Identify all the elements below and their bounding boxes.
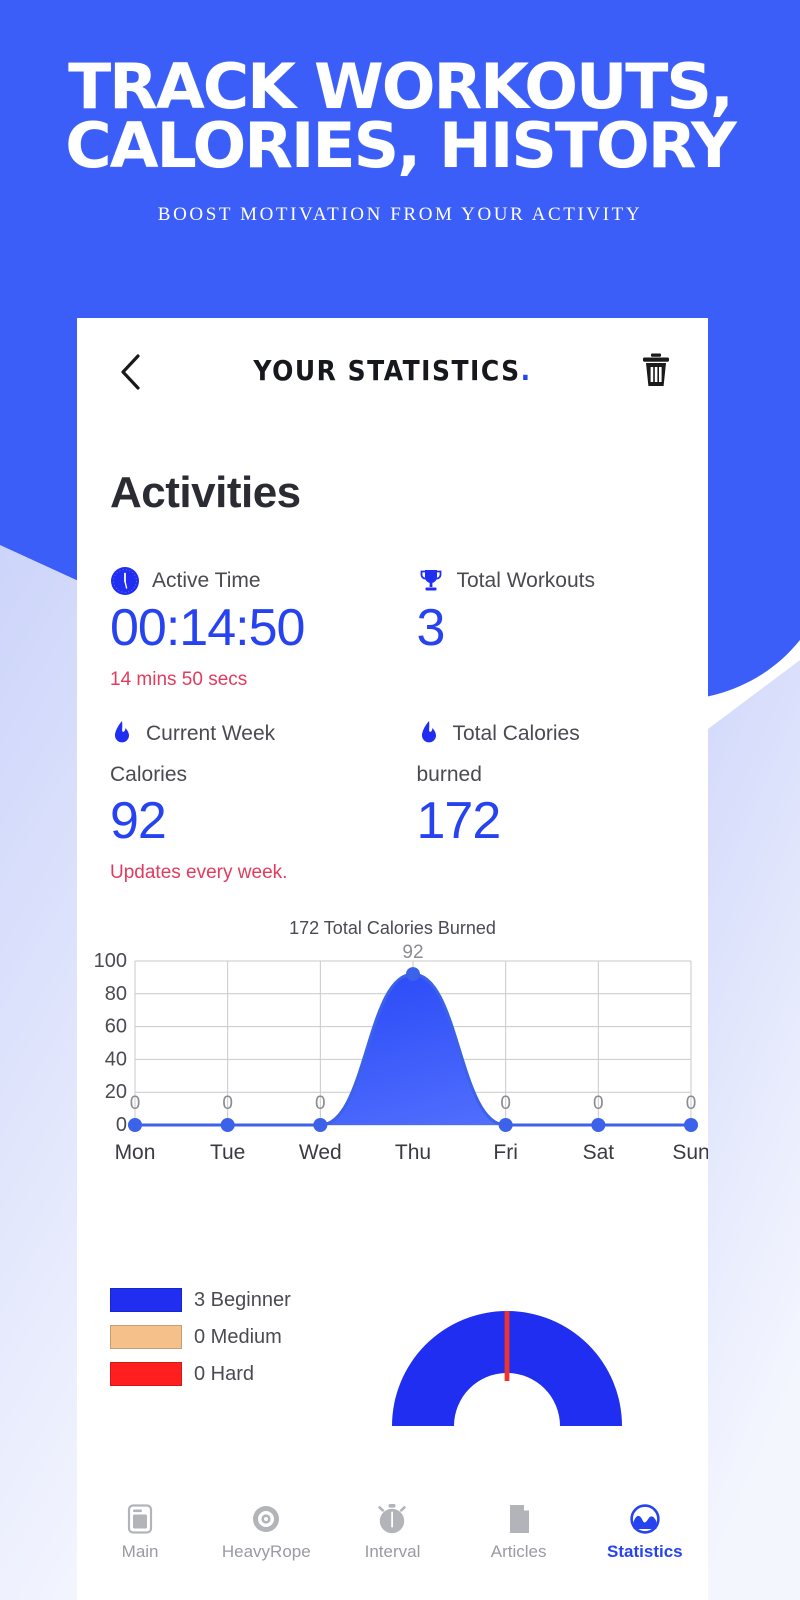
chart-xtick-label: Wed bbox=[299, 1141, 342, 1164]
legend-label: 0 Hard bbox=[194, 1362, 255, 1385]
stat-total-calories-value: 172 bbox=[416, 792, 502, 851]
phone-card-icon bbox=[127, 1504, 153, 1534]
page-title-text: YOUR STATISTICS bbox=[253, 354, 521, 387]
stat-total-calories-label2: burned bbox=[416, 763, 482, 787]
clock-icon bbox=[111, 567, 139, 595]
chart-ytick-label: 60 bbox=[105, 1016, 127, 1038]
bottom-navigation: Main HeavyRope Interval Articles Statistics bbox=[77, 1495, 708, 1600]
stat-active-time-head: Active Time bbox=[110, 566, 393, 596]
stats-row-2: Current Week Calories 92 Total Calories … bbox=[77, 719, 708, 850]
stat-current-week-label: Current Week bbox=[146, 722, 276, 746]
nav-item-label: Interval bbox=[364, 1542, 421, 1561]
chart-data-point[interactable] bbox=[220, 1118, 235, 1133]
page-title: YOUR STATISTICS. bbox=[77, 354, 708, 386]
legend-label: 3 Beginner bbox=[194, 1288, 291, 1311]
stat-current-week-head: Current Week bbox=[110, 719, 393, 749]
stat-total-calories-label: Total Calories bbox=[452, 722, 580, 746]
stat-active-time-note: 14 mins 50 secs bbox=[110, 669, 248, 691]
chart-xtick-label: Sun bbox=[672, 1141, 708, 1164]
trophy-icon bbox=[420, 570, 441, 591]
chart-xtick-label: Mon bbox=[115, 1141, 156, 1164]
flame-icon bbox=[115, 721, 129, 743]
legend-label: 0 Medium bbox=[194, 1325, 282, 1348]
stat-active-time: Active Time 00:14:50 bbox=[77, 566, 393, 657]
chart-point-label: 92 bbox=[402, 942, 423, 963]
wave-circle-icon bbox=[630, 1504, 660, 1534]
stat-current-week-label2: Calories bbox=[110, 763, 188, 787]
stat-active-time-label: Active Time bbox=[152, 569, 261, 592]
chart-data-point[interactable] bbox=[128, 1118, 142, 1133]
flame-icon bbox=[421, 721, 436, 743]
stats-grid: Active Time 00:14:50 Total Workouts 3 14… bbox=[77, 566, 708, 884]
stat-total-calories: Total Calories burned 172 bbox=[393, 719, 709, 850]
nav-item-label: HeavyRope bbox=[221, 1542, 311, 1561]
delete-button[interactable] bbox=[634, 346, 678, 394]
calories-line-chart-svg: 0204060801000Mon0Tue0Wed92Thu0Fri0Sat0Su… bbox=[94, 942, 708, 1164]
nav-item-heavyrope[interactable]: HeavyRope bbox=[203, 1503, 329, 1562]
legend-item[interactable]: 0 Hard bbox=[110, 1360, 291, 1388]
chart-data-point[interactable] bbox=[406, 967, 420, 982]
nav-item-statistics[interactable]: Statistics bbox=[582, 1503, 708, 1562]
legend-item[interactable]: 3 Beginner bbox=[110, 1286, 291, 1314]
nav-item-label: Statistics bbox=[607, 1542, 683, 1561]
chart-point-label: 0 bbox=[315, 1093, 326, 1114]
chart-xtick-label: Thu bbox=[395, 1141, 431, 1164]
chart-point-label: 0 bbox=[500, 1093, 511, 1114]
section-title: Activities bbox=[110, 468, 301, 517]
app-screen-card: YOUR STATISTICS. Activities Active Time … bbox=[77, 318, 708, 1560]
stat-current-week-value: 92 bbox=[110, 792, 167, 851]
stats-row-1: Active Time 00:14:50 Total Workouts 3 bbox=[77, 566, 708, 657]
chart-ytick-label: 100 bbox=[94, 950, 127, 972]
stopwatch-icon bbox=[378, 1504, 407, 1534]
donut-divider bbox=[504, 1311, 510, 1382]
nav-item-main[interactable]: Main bbox=[77, 1503, 203, 1562]
chart-xtick-label: Tue bbox=[210, 1141, 245, 1164]
nav-item-label: Main bbox=[121, 1542, 159, 1561]
donut-chart-svg bbox=[392, 1311, 622, 1427]
legend-swatch bbox=[110, 1362, 182, 1387]
nav-item-interval[interactable]: Interval bbox=[329, 1503, 455, 1562]
difficulty-legend: 3 Beginner 0 Medium 0 Hard bbox=[110, 1286, 291, 1397]
stat-total-workouts: Total Workouts 3 bbox=[393, 566, 709, 657]
legend-swatch bbox=[110, 1288, 182, 1313]
nav-item-label: Articles bbox=[490, 1542, 547, 1561]
document-icon bbox=[509, 1505, 529, 1533]
chart-point-label: 0 bbox=[593, 1093, 604, 1114]
stat-total-workouts-head: Total Workouts bbox=[417, 566, 709, 596]
stat-current-week-calories: Current Week Calories 92 bbox=[77, 719, 393, 850]
stat-total-calories-head: Total Calories bbox=[417, 719, 709, 749]
chart-xtick-label: Fri bbox=[493, 1141, 517, 1164]
chart-data-point[interactable] bbox=[591, 1118, 606, 1133]
chart-ytick-label: 0 bbox=[116, 1114, 127, 1136]
chart-ytick-label: 20 bbox=[105, 1082, 127, 1104]
chart-data-point[interactable] bbox=[313, 1118, 328, 1133]
chart-ytick-label: 80 bbox=[105, 983, 127, 1005]
chart-data-point[interactable] bbox=[684, 1118, 698, 1133]
target-circle-icon bbox=[253, 1506, 280, 1532]
chart-point-label: 0 bbox=[130, 1093, 141, 1114]
stat-total-workouts-value: 3 bbox=[416, 599, 446, 657]
trash-icon bbox=[643, 353, 669, 386]
difficulty-donut-chart[interactable] bbox=[382, 1266, 632, 1431]
stat-active-time-value: 00:14:50 bbox=[110, 599, 305, 657]
calories-chart[interactable]: 172 Total Calories Burned 0 20 40 60 80 100 0 M… bbox=[77, 918, 708, 1218]
chart-ytick-label: 40 bbox=[105, 1049, 127, 1071]
chart-xtick-label: Sat bbox=[583, 1141, 615, 1164]
chart-area-fill bbox=[135, 974, 691, 1126]
legend-swatch bbox=[110, 1325, 182, 1350]
chart-data-point[interactable] bbox=[498, 1118, 513, 1133]
nav-item-articles[interactable]: Articles bbox=[456, 1503, 582, 1562]
page-title-dot: . bbox=[520, 354, 532, 387]
chart-title: 172 Total Calories Burned bbox=[289, 918, 496, 939]
chart-point-label: 0 bbox=[222, 1093, 233, 1114]
stat-total-workouts-label: Total Workouts bbox=[456, 569, 596, 592]
chart-point-label: 0 bbox=[686, 1093, 697, 1114]
legend-item[interactable]: 0 Medium bbox=[110, 1323, 291, 1351]
app-header: YOUR STATISTICS. bbox=[77, 318, 708, 428]
difficulty-breakdown: 3 Beginner 0 Medium 0 Hard bbox=[77, 1258, 708, 1438]
stat-current-week-note: Updates every week. bbox=[110, 862, 288, 884]
